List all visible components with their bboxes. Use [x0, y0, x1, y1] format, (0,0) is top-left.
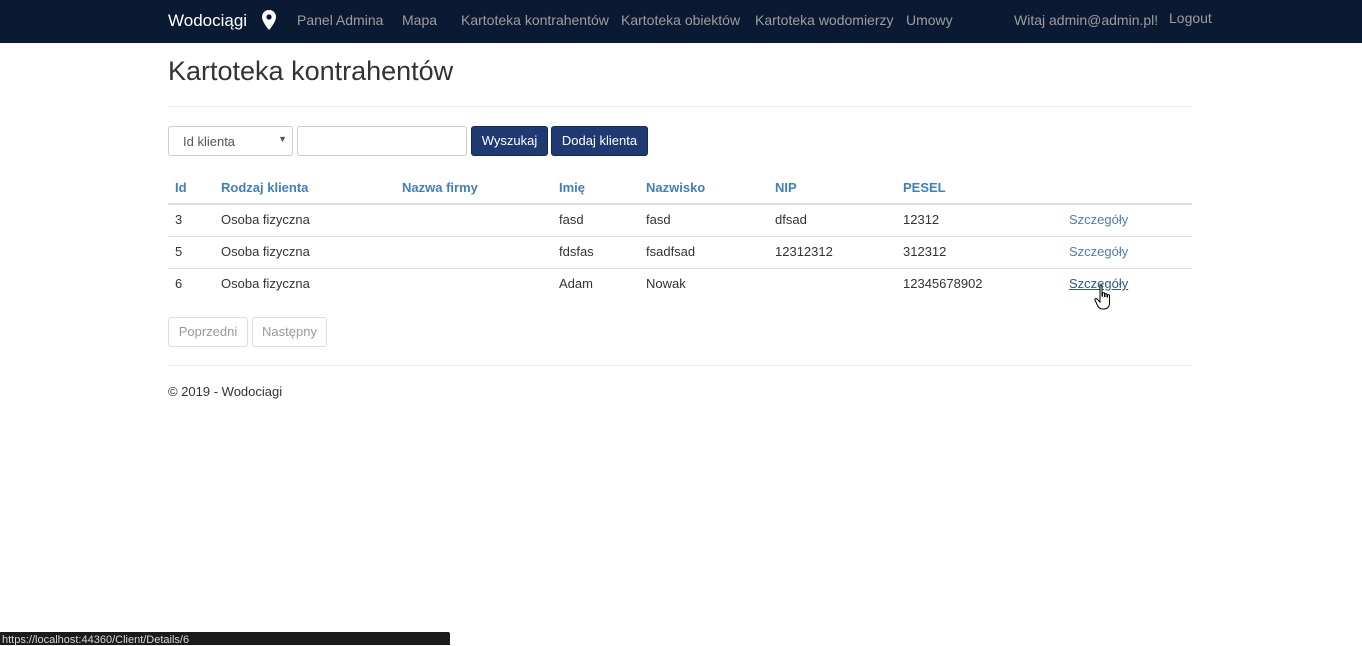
cell-last-name: Nowak [646, 276, 686, 291]
caret-down-icon: ▼ [278, 134, 287, 144]
cell-nip: dfsad [775, 212, 807, 227]
cell-first-name: fdsfas [559, 244, 594, 259]
title-divider [168, 106, 1192, 107]
column-header-company-name: Nazwa firmy [402, 180, 478, 195]
select-value: Id klienta [183, 134, 236, 149]
browser-status-bar: https://localhost:44360/Client/Details/6 [0, 632, 450, 646]
hand-pointer-cursor-icon [1094, 284, 1110, 310]
cell-last-name: fasd [646, 212, 671, 227]
nav-kartoteka-wodomierzy[interactable]: Kartoteka wodomierzy [755, 12, 894, 28]
cell-id: 3 [175, 212, 183, 227]
footer-copyright: © 2019 - Wodociagi [168, 384, 283, 399]
column-header-pesel: PESEL [903, 180, 946, 195]
search-field-select[interactable]: Id klienta ▼ [168, 126, 293, 156]
map-marker-icon [262, 10, 276, 30]
add-client-button[interactable]: Dodaj klienta [551, 126, 648, 156]
cell-pesel: 12345678902 [903, 276, 983, 291]
cell-last-name: fsadfsad [646, 244, 696, 259]
column-header-id: Id [175, 180, 187, 195]
cell-first-name: Adam [559, 276, 593, 291]
nav-kartoteka-kontrahentow[interactable]: Kartoteka kontrahentów [461, 12, 609, 28]
previous-page-button[interactable]: Poprzedni [168, 317, 248, 347]
logout-link[interactable]: Logout [1169, 10, 1212, 26]
nav-umowy[interactable]: Umowy [906, 12, 953, 28]
brand-link[interactable]: Wodociągi [168, 11, 247, 31]
cell-id: 6 [175, 276, 183, 291]
column-header-first-name: Imię [559, 180, 586, 195]
details-link[interactable]: Szczegóły [1069, 212, 1128, 227]
footer-divider [168, 365, 1192, 366]
cell-client-type: Osoba fizyczna [221, 212, 310, 227]
nav-mapa[interactable]: Mapa [402, 12, 437, 28]
status-url: https://localhost:44360/Client/Details/6 [2, 634, 190, 646]
search-button[interactable]: Wyszukaj [471, 126, 548, 156]
table-header-divider [168, 203, 1192, 205]
nav-kartoteka-obiektow[interactable]: Kartoteka obiektów [621, 12, 740, 28]
search-input[interactable] [297, 126, 467, 156]
cell-pesel: 312312 [903, 244, 947, 259]
nav-panel-admina[interactable]: Panel Admina [297, 12, 383, 28]
details-link[interactable]: Szczegóły [1069, 244, 1128, 259]
column-header-client-type: Rodzaj klienta [221, 180, 309, 195]
row-divider [168, 236, 1192, 237]
cell-first-name: fasd [559, 212, 584, 227]
cell-client-type: Osoba fizyczna [221, 276, 310, 291]
cell-id: 5 [175, 244, 183, 259]
column-header-nip: NIP [775, 180, 797, 195]
user-greeting-link[interactable]: Witaj admin@admin.pl! [1014, 12, 1158, 28]
top-navbar: Wodociągi Panel Admina Mapa Kartoteka ko… [0, 0, 1362, 43]
next-page-button[interactable]: Następny [252, 317, 327, 347]
cell-client-type: Osoba fizyczna [221, 244, 310, 259]
cell-pesel: 12312 [903, 212, 940, 227]
row-divider [168, 268, 1192, 269]
page-title: Kartoteka kontrahentów [168, 56, 454, 86]
cell-nip: 12312312 [775, 244, 833, 259]
column-header-last-name: Nazwisko [646, 180, 706, 195]
